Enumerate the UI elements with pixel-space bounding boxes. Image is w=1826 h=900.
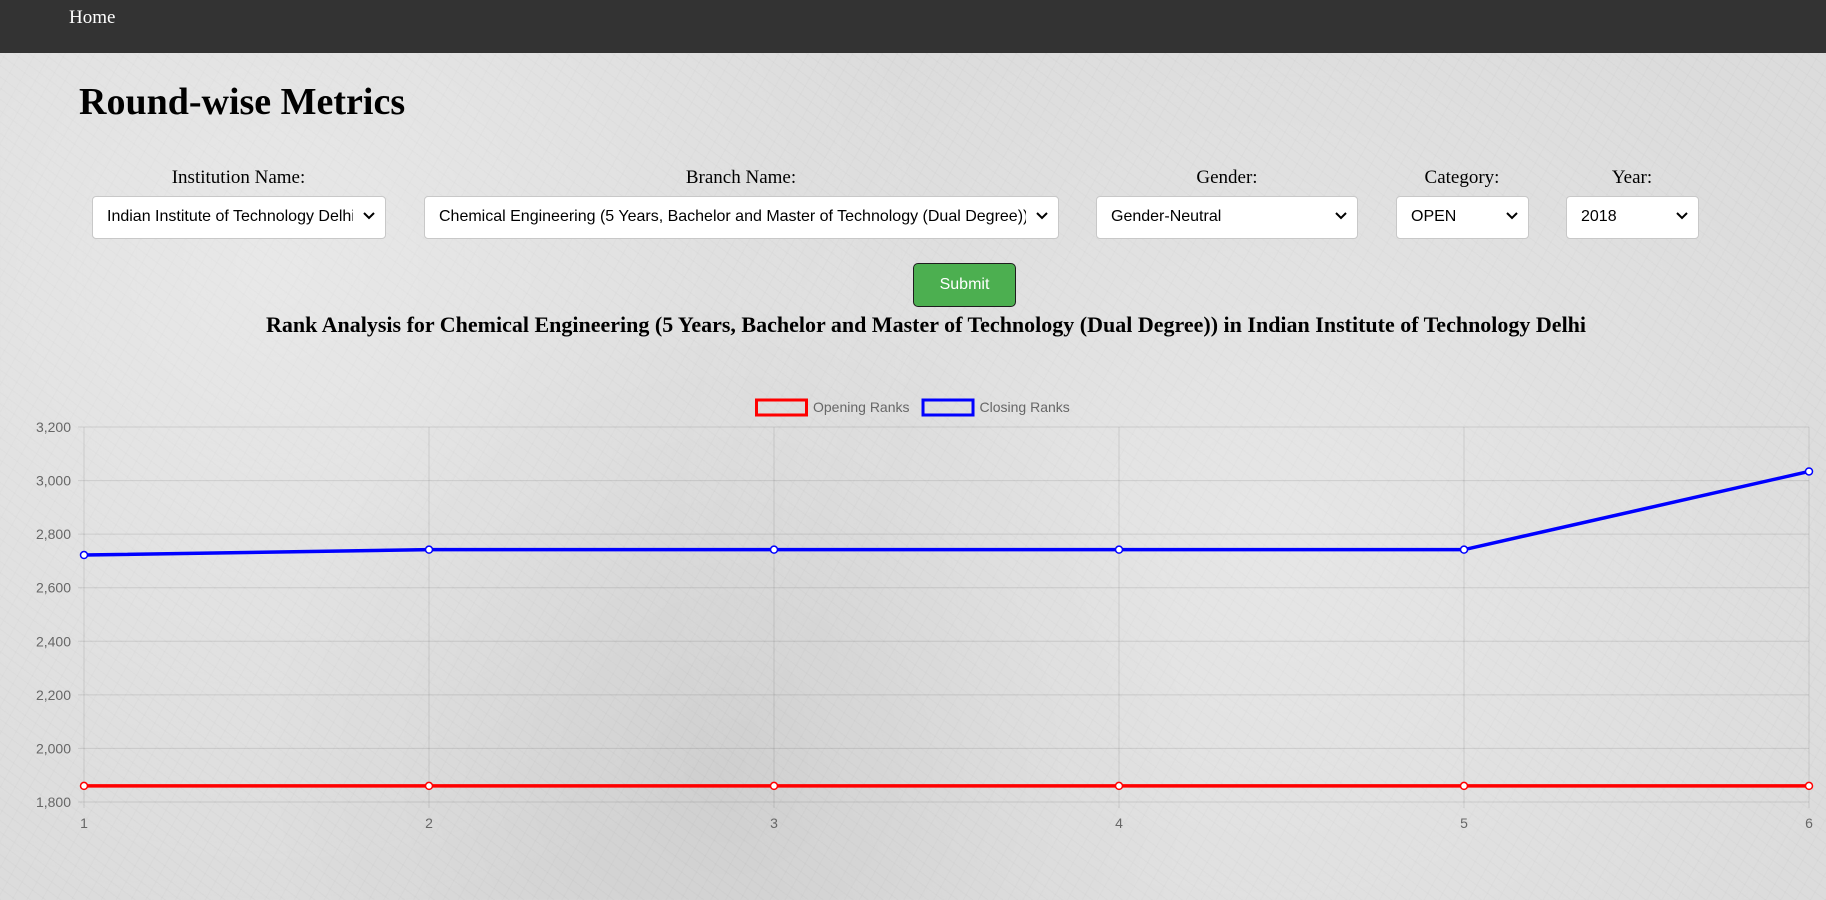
y-tick-label: 2,000	[36, 740, 71, 756]
closing-ranks-line	[83, 469, 1810, 557]
chart-series	[79, 467, 1814, 791]
y-tick-label: 2,800	[36, 526, 71, 542]
closing-ranks-point	[769, 545, 779, 554]
opening-ranks-point	[1804, 781, 1814, 791]
x-tick-label: 2	[425, 815, 433, 831]
opening-ranks-point	[1459, 781, 1469, 791]
closing-ranks-legend-label: Closing Ranks	[980, 399, 1070, 415]
opening-ranks-point	[79, 781, 89, 791]
closing-ranks-point	[1804, 467, 1814, 476]
closing-ranks-point	[424, 545, 434, 554]
closing-ranks-legend-swatch	[921, 398, 975, 417]
chart-grid	[78, 426, 1810, 808]
chart-legend: Opening Ranks Closing Ranks	[755, 398, 1070, 417]
x-tick-label: 3	[770, 815, 778, 831]
y-tick-label: 2,200	[36, 687, 71, 703]
y-tick-label: 3,000	[36, 473, 71, 489]
opening-ranks-legend-label: Opening Ranks	[813, 399, 910, 415]
y-tick-label: 1,800	[36, 794, 71, 810]
closing-ranks-point	[1114, 545, 1124, 554]
opening-ranks-legend-swatch	[755, 398, 808, 417]
y-tick-label: 3,200	[36, 419, 71, 435]
x-tick-label: 6	[1805, 815, 1813, 831]
opening-ranks-point	[769, 781, 779, 791]
y-tick-label: 2,600	[36, 580, 71, 596]
x-tick-label: 4	[1115, 815, 1123, 831]
opening-ranks-point	[424, 781, 434, 791]
closing-ranks-point	[1459, 545, 1469, 554]
x-tick-label: 5	[1460, 815, 1468, 831]
opening-ranks-point	[1114, 781, 1124, 791]
rank-line-chart: 1,800 2,000 2,200 2,400 2,600 2,800 3,000 3,200…	[36, 398, 1814, 831]
y-tick-label: 2,400	[36, 633, 71, 649]
closing-ranks-point	[79, 550, 89, 560]
x-tick-label: 1	[80, 815, 88, 831]
